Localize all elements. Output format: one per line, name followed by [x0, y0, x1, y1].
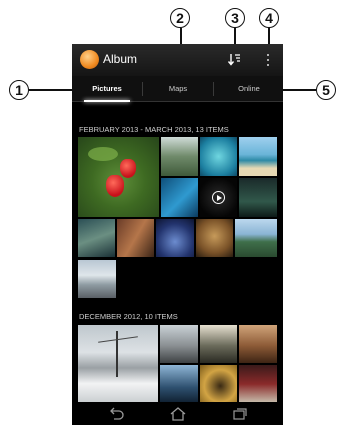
section-heading: DECEMBER 2012, 10 ITEMS	[79, 312, 178, 321]
recent-apps-icon[interactable]	[230, 406, 250, 422]
photo-thumbnail[interactable]	[117, 219, 154, 257]
photo-thumbnail[interactable]	[78, 137, 159, 217]
home-icon[interactable]	[168, 406, 188, 422]
app-title: Album	[103, 52, 138, 66]
photo-thumbnail[interactable]	[161, 178, 198, 217]
photo-thumbnail[interactable]	[78, 325, 158, 403]
back-icon[interactable]	[106, 406, 126, 422]
photo-thumbnail[interactable]	[239, 325, 277, 363]
callout-2: 2	[170, 8, 190, 28]
photo-thumbnail[interactable]	[160, 325, 198, 363]
photo-thumbnail[interactable]	[78, 219, 115, 257]
photo-thumbnail[interactable]	[161, 137, 198, 176]
overflow-menu-icon[interactable]	[260, 50, 276, 70]
action-bar: Album	[72, 44, 283, 76]
photo-thumbnail[interactable]	[200, 325, 237, 363]
tab-online[interactable]: Online	[214, 76, 283, 102]
photo-thumbnail[interactable]	[78, 260, 116, 298]
album-icon[interactable]	[80, 50, 99, 69]
section-heading: FEBRUARY 2013 - MARCH 2013, 13 ITEMS	[79, 125, 229, 134]
play-icon	[212, 191, 225, 204]
video-thumbnail[interactable]	[200, 178, 237, 217]
tab-pictures[interactable]: Pictures	[72, 76, 142, 102]
album-screen: Album Pictures Maps Online FEBRUARY 2013…	[72, 44, 283, 425]
photo-thumbnail[interactable]	[239, 137, 277, 176]
tab-maps[interactable]: Maps	[143, 76, 213, 102]
photo-thumbnail[interactable]	[156, 219, 194, 257]
photo-thumbnail[interactable]	[200, 365, 237, 403]
photo-thumbnail[interactable]	[235, 219, 277, 257]
photo-thumbnail[interactable]	[239, 178, 277, 217]
sort-icon[interactable]	[224, 50, 244, 70]
callout-3: 3	[225, 8, 245, 28]
navigation-bar	[72, 402, 283, 425]
callout-1: 1	[9, 80, 29, 100]
photo-thumbnail[interactable]	[239, 365, 277, 403]
photo-thumbnail[interactable]	[160, 365, 198, 403]
photo-thumbnail[interactable]	[196, 219, 233, 257]
callout-4: 4	[259, 8, 279, 28]
callout-5: 5	[316, 80, 336, 100]
tab-bar: Pictures Maps Online	[72, 76, 283, 102]
photo-thumbnail[interactable]	[200, 137, 237, 176]
